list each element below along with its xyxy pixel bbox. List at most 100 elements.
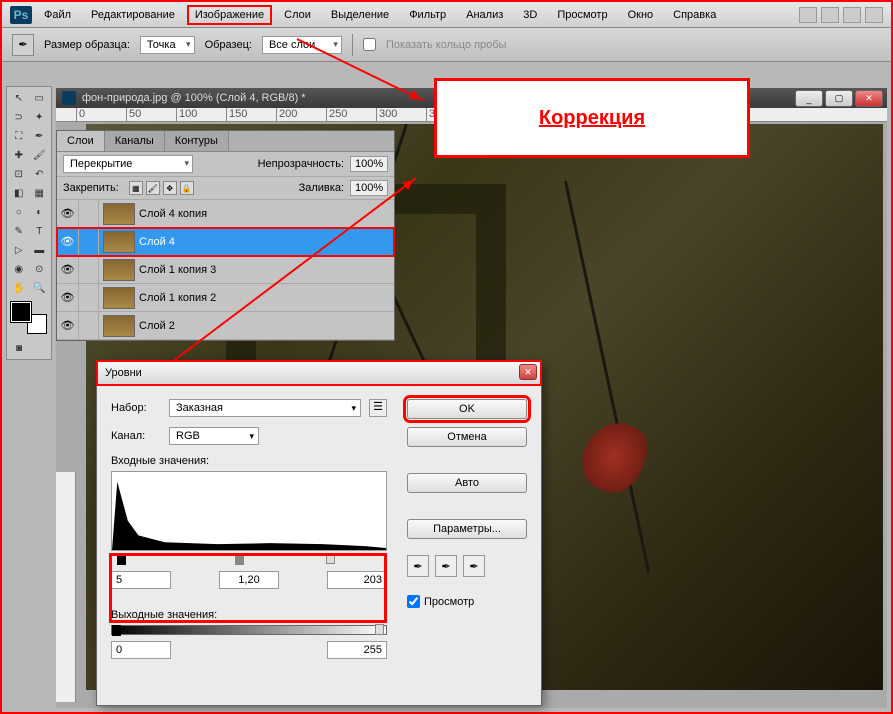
visibility-icon[interactable]: 👁 [57, 200, 79, 227]
layer-name[interactable]: Слой 1 копия 3 [139, 264, 216, 276]
screen-mode-icon[interactable] [865, 7, 883, 23]
visibility-icon[interactable]: 👁 [57, 312, 79, 339]
output-white-field[interactable] [327, 641, 387, 659]
dialog-titlebar[interactable]: Уровни ✕ [97, 361, 541, 385]
pen-tool[interactable]: ✎ [9, 222, 29, 240]
shape-tool[interactable]: ▬ [30, 241, 50, 259]
layer-name[interactable]: Слой 1 копия 2 [139, 292, 216, 304]
layer-thumbnail[interactable] [103, 203, 135, 225]
menu-image[interactable]: Изображение [187, 5, 272, 25]
channel-dropdown[interactable]: RGB [169, 427, 259, 445]
sample-dropdown[interactable]: Все слои [262, 36, 342, 54]
dodge-tool[interactable]: ◐ [30, 203, 50, 221]
3d-tool[interactable]: ◉ [9, 260, 29, 278]
lock-transparency-icon[interactable]: ▦ [129, 181, 143, 195]
output-gradient[interactable] [111, 625, 387, 635]
type-tool[interactable]: T [30, 222, 50, 240]
quickmask-tool[interactable]: ◙ [9, 339, 29, 357]
input-gamma-field[interactable] [219, 571, 279, 589]
eyedropper-tool[interactable]: ✒ [30, 127, 50, 145]
fill-field[interactable]: 100% [350, 180, 388, 196]
preset-menu-icon[interactable]: ☰ [369, 399, 387, 417]
path-tool[interactable]: ▷ [9, 241, 29, 259]
dialog-close-button[interactable]: ✕ [519, 364, 537, 380]
menu-layers[interactable]: Слои [276, 5, 319, 25]
output-white-slider[interactable] [375, 624, 384, 635]
menu-file[interactable]: Файл [36, 5, 79, 25]
marquee-tool[interactable]: ▭ [30, 89, 50, 107]
layer-row[interactable]: 👁 Слой 4 копия [57, 200, 394, 228]
hand-tool[interactable]: ✋ [9, 279, 29, 297]
tab-channels[interactable]: Каналы [105, 131, 165, 151]
maximize-button[interactable]: ▢ [825, 90, 853, 107]
wand-tool[interactable]: ✦ [30, 108, 50, 126]
lock-all-icon[interactable]: 🔒 [180, 181, 194, 195]
menu-filter[interactable]: Фильтр [401, 5, 454, 25]
stamp-tool[interactable]: ⊡ [9, 165, 29, 183]
layer-name[interactable]: Слой 2 [139, 320, 175, 332]
ok-button[interactable]: OK [407, 399, 527, 419]
3d-camera-tool[interactable]: ⊙ [30, 260, 50, 278]
white-point-slider[interactable] [326, 553, 335, 564]
show-ring-checkbox[interactable] [363, 38, 376, 51]
menu-help[interactable]: Справка [665, 5, 724, 25]
menu-3d[interactable]: 3D [515, 5, 545, 25]
sample-size-dropdown[interactable]: Точка [140, 36, 195, 54]
white-eyedropper-icon[interactable]: ✒ [463, 555, 485, 577]
layer-name[interactable]: Слой 4 копия [139, 208, 207, 220]
eraser-tool[interactable]: ◧ [9, 184, 29, 202]
layer-thumbnail[interactable] [103, 287, 135, 309]
bridge-icon[interactable] [821, 7, 839, 23]
close-button[interactable]: ✕ [855, 90, 883, 107]
visibility-icon[interactable]: 👁 [57, 256, 79, 283]
layer-thumbnail[interactable] [103, 315, 135, 337]
layer-name[interactable]: Слой 4 [139, 236, 175, 248]
menu-analysis[interactable]: Анализ [458, 5, 511, 25]
eyedropper-tool-icon[interactable]: ✒ [12, 34, 34, 56]
visibility-icon[interactable]: 👁 [57, 228, 79, 255]
midtone-slider[interactable] [235, 554, 244, 565]
tab-layers[interactable]: Слои [57, 131, 105, 151]
foreground-color[interactable] [11, 302, 31, 322]
lasso-tool[interactable]: ⊃ [9, 108, 29, 126]
input-white-field[interactable] [327, 571, 387, 589]
layer-thumbnail[interactable] [103, 259, 135, 281]
workspace-icon[interactable] [799, 7, 817, 23]
preview-checkbox[interactable] [407, 595, 420, 608]
zoom-tool[interactable]: 🔍 [30, 279, 50, 297]
brush-tool[interactable]: 🖌 [30, 146, 50, 164]
color-swatches[interactable] [11, 302, 47, 334]
move-tool[interactable]: ↖ [9, 89, 29, 107]
visibility-icon[interactable]: 👁 [57, 284, 79, 311]
heal-tool[interactable]: ✚ [9, 146, 29, 164]
lock-position-icon[interactable]: ✥ [163, 181, 177, 195]
arrange-icon[interactable] [843, 7, 861, 23]
opacity-field[interactable]: 100% [350, 156, 388, 172]
options-button[interactable]: Параметры... [407, 519, 527, 539]
black-eyedropper-icon[interactable]: ✒ [407, 555, 429, 577]
output-black-field[interactable] [111, 641, 171, 659]
gray-eyedropper-icon[interactable]: ✒ [435, 555, 457, 577]
layer-thumbnail[interactable] [103, 231, 135, 253]
blur-tool[interactable]: ○ [9, 203, 29, 221]
gradient-tool[interactable]: ▦ [30, 184, 50, 202]
menu-edit[interactable]: Редактирование [83, 5, 183, 25]
menu-window[interactable]: Окно [620, 5, 662, 25]
menu-select[interactable]: Выделение [323, 5, 397, 25]
menu-view[interactable]: Просмотр [549, 5, 615, 25]
layer-row[interactable]: 👁 Слой 1 копия 2 [57, 284, 394, 312]
minimize-button[interactable]: _ [795, 90, 823, 107]
lock-pixels-icon[interactable]: 🖌 [146, 181, 160, 195]
crop-tool[interactable]: ⛶ [9, 127, 29, 145]
tab-paths[interactable]: Контуры [165, 131, 229, 151]
preset-dropdown[interactable]: Заказная [169, 399, 361, 417]
blend-mode-dropdown[interactable]: Перекрытие [63, 155, 193, 173]
history-brush-tool[interactable]: ↶ [30, 165, 50, 183]
auto-button[interactable]: Авто [407, 473, 527, 493]
layer-row[interactable]: 👁 Слой 1 копия 3 [57, 256, 394, 284]
output-black-slider[interactable] [112, 625, 121, 636]
cancel-button[interactable]: Отмена [407, 427, 527, 447]
input-black-field[interactable] [111, 571, 171, 589]
layer-row[interactable]: 👁 Слой 2 [57, 312, 394, 340]
black-point-slider[interactable] [117, 554, 126, 565]
